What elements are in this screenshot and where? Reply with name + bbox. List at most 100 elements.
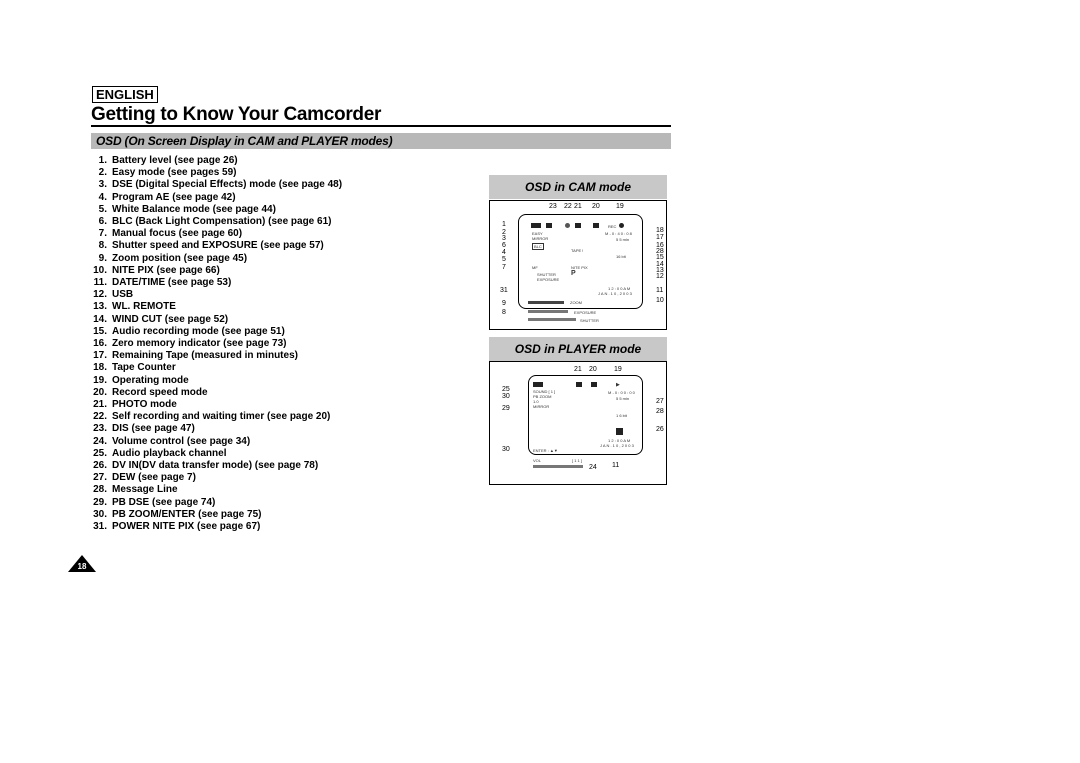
callout-15: 15: [656, 254, 664, 261]
item-text: Volume control (see page 34): [112, 435, 251, 447]
item-number: 8.: [98, 240, 107, 252]
item-number: 6.: [98, 216, 107, 228]
list-item: 21. PHOTO mode: [92, 399, 342, 411]
exposure-bar: [528, 310, 568, 313]
callout-18: 18: [656, 227, 664, 234]
tape-counter: M - 0 : 0 0 : 0 0: [608, 390, 635, 395]
item-number: 30.: [93, 508, 107, 520]
photo-icon: [576, 382, 582, 387]
callout-26: 26: [656, 426, 664, 433]
item-text: USB: [112, 289, 134, 301]
item-number: 2.: [98, 167, 107, 179]
item-text: Self recording and waiting timer (see pa…: [112, 411, 331, 423]
item-number: 15.: [93, 325, 107, 337]
callout-30b: 30: [502, 446, 510, 453]
player-mode-diagram: 21 20 19 25 30 29 30 27 28 26 24 11 ▶ SO…: [489, 361, 667, 485]
callout-12: 12: [656, 273, 664, 280]
item-number: 5.: [98, 203, 107, 215]
item-text: Zoom position (see page 45): [112, 252, 248, 264]
list-item: 4. Program AE (see page 42): [92, 192, 342, 204]
item-number: 13.: [93, 301, 107, 313]
item-text: PB ZOOM/ENTER (see page 75): [112, 508, 262, 520]
callout-10: 10: [656, 297, 664, 304]
cam-mode-diagram: 23 22 21 20 19 1 2 3 6 4 5 7 31 9 8 18 1…: [489, 200, 667, 330]
section-heading: OSD (On Screen Display in CAM and PLAYER…: [91, 133, 671, 149]
item-text: WL. REMOTE: [112, 301, 176, 313]
mirror-label: MIRROR: [533, 404, 550, 409]
dis-icon: [546, 223, 552, 228]
item-text: POWER NITE PIX (see page 67): [112, 521, 261, 533]
rec-label: REC: [608, 224, 617, 229]
audio-mode: 16 bit: [616, 254, 626, 259]
list-item: 3. DSE (Digital Special Effects) mode (se…: [92, 179, 342, 191]
callout-22: 22: [564, 203, 572, 210]
callout-4: 4: [502, 249, 506, 256]
callout-11: 11: [656, 287, 664, 294]
list-item: 5. White Balance mode (see page 44): [92, 204, 342, 216]
item-number: 19.: [93, 374, 107, 386]
record-speed-icon: [593, 223, 599, 228]
item-number: 31.: [93, 521, 107, 533]
list-item: 17. Remaining Tape (measured in minutes): [92, 350, 342, 362]
item-text: DV IN(DV data transfer mode) (see page 7…: [112, 460, 319, 472]
language-label: ENGLISH: [92, 86, 158, 103]
list-item: 26. DV IN(DV data transfer mode) (see pag…: [92, 460, 342, 472]
item-number: 20.: [93, 386, 107, 398]
item-number: 24.: [93, 435, 107, 447]
list-item: 27. DEW (see page 7): [92, 472, 342, 484]
item-text: Zero memory indicator (see page 73): [112, 338, 287, 350]
item-number: 10.: [93, 264, 107, 276]
callout-25: 25: [502, 386, 510, 393]
callout-23: 23: [549, 203, 557, 210]
remaining-tape: 5 5 min: [616, 396, 630, 401]
callout-20: 20: [592, 203, 600, 210]
player-mode-heading: OSD in PLAYER mode: [489, 337, 667, 361]
exposure-label: EXPOSURE: [537, 277, 560, 282]
callout-31: 31: [500, 287, 508, 294]
item-text: Audio recording mode (see page 51): [112, 325, 285, 337]
list-item: 11. DATE/TIME (see page 53): [92, 277, 342, 289]
item-number: 11.: [93, 277, 107, 289]
list-item: 14. WIND CUT (see page 52): [92, 314, 342, 326]
item-number: 26.: [93, 460, 107, 472]
item-number: 14.: [93, 313, 107, 325]
date-readout: J A N . 1 0 , 2 0 0 3: [600, 443, 634, 448]
volume-bar: [533, 465, 583, 468]
cam-mode-heading: OSD in CAM mode: [489, 175, 667, 199]
battery-icon: [533, 382, 543, 387]
list-item: 28. Message Line: [92, 484, 342, 496]
callout-11: 11: [612, 462, 620, 469]
list-item: 19. Operating mode: [92, 375, 342, 387]
volume-label: VOL: [533, 458, 542, 463]
callout-30: 30: [502, 393, 510, 400]
item-number: 3.: [98, 179, 107, 191]
item-text: NITE PIX (see page 66): [112, 264, 220, 276]
callout-21: 21: [574, 203, 582, 210]
list-item: 13. WL. REMOTE: [92, 301, 342, 313]
item-number: 22.: [93, 411, 107, 423]
zoom-bar: [528, 301, 564, 304]
remaining-tape: 5 5 min: [616, 237, 630, 242]
callout-27: 27: [656, 398, 664, 405]
photo-icon: [575, 223, 581, 228]
callout-28: 28: [656, 408, 664, 415]
item-text: Audio playback channel: [112, 447, 227, 459]
list-item: 20. Record speed mode: [92, 387, 342, 399]
list-item: 23. DIS (see page 47): [92, 423, 342, 435]
item-text: PHOTO mode: [112, 399, 177, 411]
volume-value: [ 1 1 ]: [572, 458, 583, 463]
item-number: 17.: [93, 350, 107, 362]
item-number: 18.: [93, 362, 107, 374]
item-number: 7.: [98, 228, 107, 240]
list-item: 2. Easy mode (see pages 59): [92, 167, 342, 179]
audio-mode: 1 6 bit: [616, 413, 627, 418]
osd-item-list: 1. Battery level (see page 26) 2. Easy mode…: [92, 155, 342, 533]
callout-5: 5: [502, 256, 506, 263]
callout-17: 17: [656, 234, 664, 241]
tape-counter: M - 0 : 4 0 : 0 8: [605, 231, 632, 236]
exposure-bar-label: EXPOSURE: [574, 310, 597, 315]
item-text: DSE (Digital Special Effects) mode (see …: [112, 179, 343, 191]
item-number: 9.: [98, 252, 107, 264]
callout-7: 7: [502, 264, 506, 271]
item-number: 27.: [93, 472, 107, 484]
